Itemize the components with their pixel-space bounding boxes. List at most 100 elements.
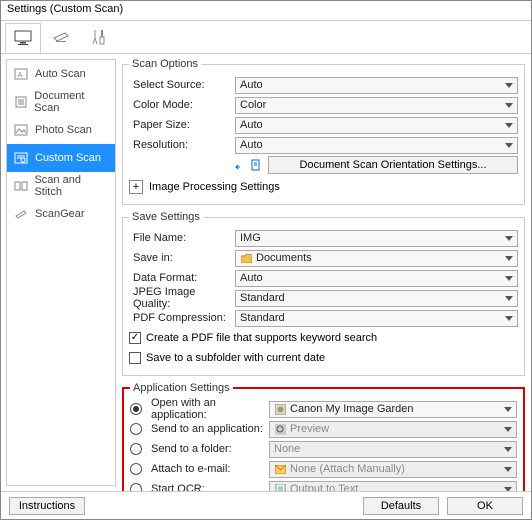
open-with-label: Open with an application: [147,397,269,421]
content-area: A Auto Scan Document Scan Photo Scan Cus… [1,54,531,491]
sidebar-item-label: ScanGear [35,208,85,220]
expand-image-processing-button[interactable]: + [129,180,143,194]
open-with-dropdown[interactable]: Canon My Image Garden [269,401,517,418]
tab-general-settings[interactable] [81,23,117,51]
stitch-icon [13,179,28,193]
sidebar-item-photo-scan[interactable]: Photo Scan [7,116,115,144]
pdf-compression-label: PDF Compression: [129,312,235,324]
preview-icon [274,423,286,435]
attach-email-dropdown[interactable]: None (Attach Manually) [269,461,517,478]
start-ocr-value: Output to Text [290,483,358,491]
send-to-app-radio[interactable] [130,423,142,435]
file-name-field[interactable]: IMG [235,230,518,247]
sidebar-item-scangear[interactable]: ScanGear [7,200,115,228]
auto-scan-icon: A [13,67,29,81]
attach-email-radio[interactable] [130,463,142,475]
keyword-search-label: Create a PDF file that supports keyword … [146,332,377,344]
send-to-app-label: Send to an application: [147,423,269,435]
ok-button[interactable]: OK [447,497,523,515]
top-tabstrip [1,20,531,54]
monitor-icon [13,30,33,46]
paper-size-value: Auto [240,119,263,131]
photo-scan-icon [13,123,29,137]
resolution-value: Auto [240,139,263,151]
keyword-search-checkbox[interactable] [129,332,141,344]
footer: Instructions Defaults OK [1,491,531,519]
data-format-dropdown[interactable]: Auto [235,270,518,287]
settings-window: Settings (Custom Scan) A Auto Scan Docum… [0,0,532,520]
defaults-button[interactable]: Defaults [363,497,439,515]
tab-scan-from-panel[interactable] [43,23,79,51]
sidebar-item-label: Auto Scan [35,68,86,80]
scanner-icon [51,29,71,45]
custom-scan-icon [13,151,29,165]
color-mode-value: Color [240,99,266,111]
select-source-value: Auto [240,79,263,91]
save-in-value: Documents [256,252,312,264]
send-to-folder-radio[interactable] [130,443,142,455]
start-ocr-label: Start OCR: [147,483,269,491]
pdf-compression-dropdown[interactable]: Standard [235,310,518,327]
sidebar-item-label: Scan and Stitch [34,174,109,198]
save-in-dropdown[interactable]: Documents [235,250,518,267]
scangear-icon [13,207,29,221]
sidebar-item-scan-stitch[interactable]: Scan and Stitch [7,172,115,200]
application-settings-group: Application Settings Open with an applic… [122,382,525,491]
open-with-value: Canon My Image Garden [290,403,414,415]
instructions-label: Instructions [19,500,75,512]
start-ocr-dropdown[interactable]: Output to Text [269,481,517,492]
subfolder-date-label: Save to a subfolder with current date [146,352,325,364]
scan-options-group: Scan Options Select Source: Auto Color M… [122,58,525,205]
send-to-folder-dropdown[interactable]: None [269,441,517,458]
sidebar-item-label: Document Scan [34,90,109,114]
paper-size-dropdown[interactable]: Auto [235,117,518,134]
tab-scan-from-computer[interactable] [5,23,41,53]
application-settings-legend: Application Settings [130,382,233,394]
window-title: Settings (Custom Scan) [1,1,531,20]
jpeg-quality-value: Standard [240,292,285,304]
file-name-label: File Name: [129,232,235,244]
mail-icon [274,463,286,475]
tools-icon [90,28,108,46]
jpeg-quality-label: JPEG Image Quality: [129,286,235,310]
scan-options-legend: Scan Options [129,58,201,70]
page-icon [250,159,262,171]
instructions-button[interactable]: Instructions [9,497,85,515]
open-with-radio[interactable] [130,403,142,415]
send-to-app-value: Preview [290,423,329,435]
data-format-value: Auto [240,272,263,284]
save-settings-legend: Save Settings [129,211,203,223]
pdf-compression-value: Standard [240,312,285,324]
paper-size-label: Paper Size: [129,119,235,131]
arrow-swap-icon [235,159,247,171]
send-to-folder-value: None [274,443,300,455]
sidebar-item-custom-scan[interactable]: Custom Scan [7,144,115,172]
document-scan-icon [13,95,28,109]
resolution-dropdown[interactable]: Auto [235,137,518,154]
image-processing-label: Image Processing Settings [149,181,280,193]
ok-label: OK [477,500,493,512]
start-ocr-radio[interactable] [130,483,142,491]
orientation-settings-label: Document Scan Orientation Settings... [299,159,486,171]
resolution-label: Resolution: [129,139,235,151]
text-output-icon [274,483,286,491]
color-mode-dropdown[interactable]: Color [235,97,518,114]
svg-text:A: A [18,72,23,79]
orientation-settings-button[interactable]: Document Scan Orientation Settings... [268,156,518,174]
attach-email-label: Attach to e-mail: [147,463,269,475]
select-source-dropdown[interactable]: Auto [235,77,518,94]
select-source-label: Select Source: [129,79,235,91]
data-format-label: Data Format: [129,272,235,284]
app-icon [274,403,286,415]
sidebar-item-auto-scan[interactable]: A Auto Scan [7,60,115,88]
subfolder-date-checkbox[interactable] [129,352,141,364]
defaults-label: Defaults [381,500,421,512]
send-to-app-dropdown[interactable]: Preview [269,421,517,438]
duplex-swap-icons [235,159,262,171]
sidebar-item-label: Custom Scan [35,152,101,164]
file-name-value: IMG [240,232,261,244]
sidebar-item-label: Photo Scan [35,124,92,136]
jpeg-quality-dropdown[interactable]: Standard [235,290,518,307]
sidebar-item-document-scan[interactable]: Document Scan [7,88,115,116]
folder-icon [240,252,252,264]
